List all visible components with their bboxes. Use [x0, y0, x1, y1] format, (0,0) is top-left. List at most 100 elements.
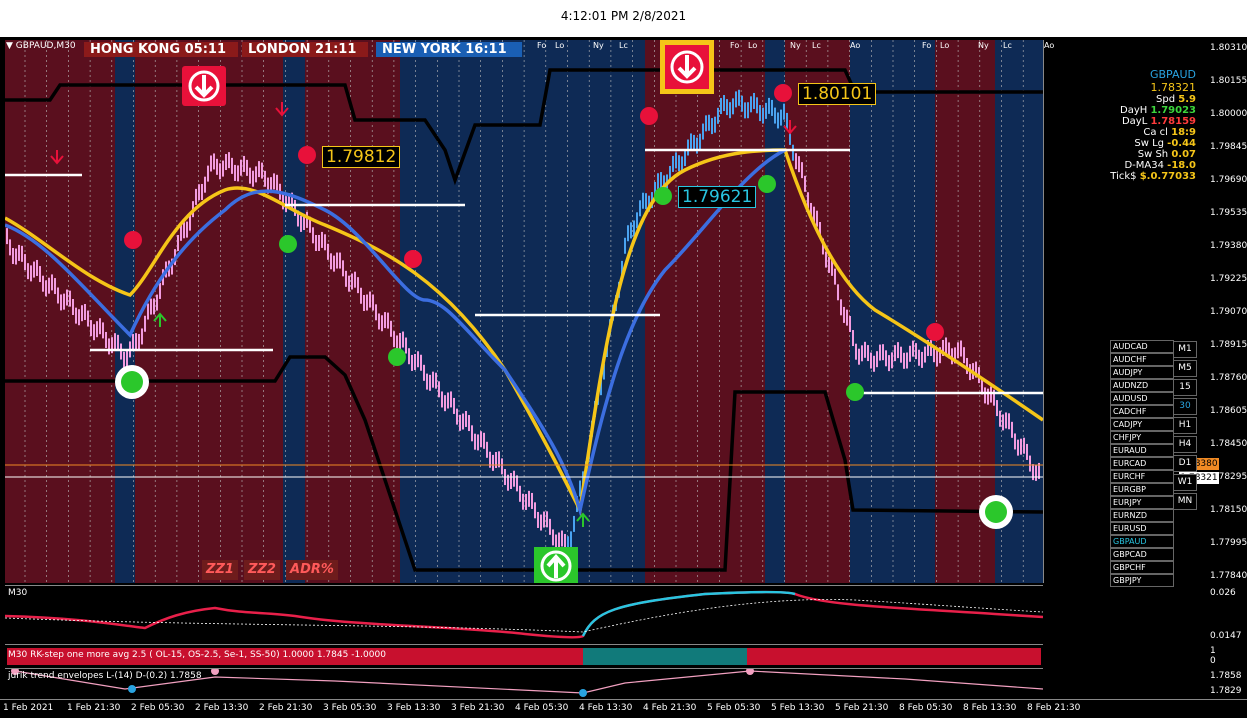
level-label-c: 1.80101 [798, 83, 877, 105]
pair-button-eurgbp[interactable]: EURGBP [1110, 483, 1174, 496]
zz1-button[interactable]: ZZ1 [202, 560, 238, 580]
timeframe-button-m5[interactable]: M5 [1173, 360, 1197, 377]
timeframe-button-m1[interactable]: M1 [1173, 341, 1197, 358]
red-signal-dot [124, 231, 142, 249]
level-label-b: 1.79621 [678, 186, 757, 208]
info-row-label: Sw Lg [1134, 138, 1168, 149]
indicator-panel-2[interactable]: M30 RK-step one more avg 2.5 ( OL-15, OS… [5, 644, 1043, 667]
level-label-a: 1.79812 [322, 146, 401, 168]
time-tick-label: 2 Feb 13:30 [195, 703, 249, 713]
session-mark: Ny [593, 41, 604, 50]
price-tick-label: 1.78605 [1210, 406, 1247, 416]
info-row-label: Spd [1156, 94, 1179, 105]
info-panel: GBPAUD 1.78321 Spd 5.9 DayH 1.79023 DayL 1… [1110, 68, 1196, 182]
timeframe-button-15[interactable]: 15 [1173, 379, 1197, 396]
session-mark: Lc [619, 41, 628, 50]
time-tick-label: 8 Feb 13:30 [963, 703, 1017, 713]
price-tick-label: 1.80000 [1210, 109, 1247, 119]
info-row-label: DayL [1121, 116, 1151, 127]
pair-button-gbpjpy[interactable]: GBPJPY [1110, 574, 1174, 587]
pair-button-audchf[interactable]: AUDCHF [1110, 353, 1174, 366]
indicator-3-dot [128, 685, 136, 693]
timeframe-button-d1[interactable]: D1 [1173, 455, 1197, 472]
session-mark: Ny [978, 41, 989, 50]
time-tick-label: 8 Feb 05:30 [899, 703, 953, 713]
info-row: Ca cl 18:9 [1110, 127, 1196, 138]
green-signal-dot [758, 175, 776, 193]
info-row-value: -18.0 [1167, 160, 1196, 171]
session-mark: Lo [555, 41, 565, 50]
red-signal-dot [926, 323, 944, 341]
timeframe-button-30[interactable]: 30 [1173, 398, 1197, 415]
pair-button-eurnzd[interactable]: EURNZD [1110, 509, 1174, 522]
timeframe-button-mn[interactable]: MN [1173, 493, 1197, 510]
indicator-1-canvas [4, 590, 1044, 639]
time-tick-label: 2 Feb 05:30 [131, 703, 185, 713]
info-row-value: -0.44 [1167, 138, 1196, 149]
time-axis: 1 Feb 2021 1 Feb 21:30 2 Feb 05:30 2 Feb 13… [0, 699, 1247, 718]
indicator-panel-3[interactable]: jurik trend envelopes L-(14) D-(0.2) 1.7… [5, 667, 1044, 699]
pair-button-eurchf[interactable]: EURCHF [1110, 470, 1174, 483]
time-tick-label: 5 Feb 13:30 [771, 703, 825, 713]
pair-button-audjpy[interactable]: AUDJPY [1110, 366, 1174, 379]
timeframe-button-h4[interactable]: H4 [1173, 436, 1197, 453]
info-row: Spd 5.9 [1110, 94, 1196, 105]
red-signal-dot [774, 84, 792, 102]
time-tick-label: 4 Feb 13:30 [579, 703, 633, 713]
timeframe-button-w1[interactable]: W1 [1173, 474, 1197, 491]
timeframe-list: M1 M5 15 30 H1 H4 D1 W1 MN [1173, 341, 1197, 512]
pair-button-eurcad[interactable]: EURCAD [1110, 457, 1174, 470]
clock-display: 4:12:01 PM 2/8/2021 [560, 9, 687, 23]
time-tick-label: 3 Feb 05:30 [323, 703, 377, 713]
adr-button[interactable]: ADR% [286, 560, 338, 580]
pair-button-euraud[interactable]: EURAUD [1110, 444, 1174, 457]
pair-button-chfjpy[interactable]: CHFJPY [1110, 431, 1174, 444]
info-row-label: Sw Sh [1137, 149, 1172, 160]
session-mark: Fo [537, 41, 547, 50]
session-mark: Ny [790, 41, 801, 50]
price-tick-label: 1.80155 [1210, 76, 1247, 86]
info-row-label: Tick$ [1110, 171, 1140, 182]
ind3-axis-bottom: 1.7829 [1210, 686, 1242, 696]
pair-button-cadchf[interactable]: CADCHF [1110, 405, 1174, 418]
sell-arrow-highlight-icon [660, 40, 714, 94]
green-signal-dot [654, 187, 672, 205]
timeframe-button-h1[interactable]: H1 [1173, 417, 1197, 434]
price-tick-label: 1.79225 [1210, 274, 1247, 284]
price-tick-label: 1.77995 [1210, 538, 1247, 548]
time-tick-label: 5 Feb 05:30 [707, 703, 761, 713]
pair-button-gbpcad[interactable]: GBPCAD [1110, 548, 1174, 561]
ind1-axis-bottom: 0.0147 [1210, 631, 1242, 641]
main-price-chart[interactable] [5, 40, 1043, 583]
pair-button-audnzd[interactable]: AUDNZD [1110, 379, 1174, 392]
indicator-1-blue-line [581, 590, 796, 637]
price-tick-label: 1.80310 [1210, 43, 1247, 53]
info-row: DayH 1.79023 [1110, 105, 1196, 116]
zz2-button[interactable]: ZZ2 [244, 560, 280, 580]
session-band [850, 40, 935, 583]
pair-button-audusd[interactable]: AUDUSD [1110, 392, 1174, 405]
info-row-label: DayH [1120, 105, 1151, 116]
info-row: DayL 1.78159 [1110, 116, 1196, 127]
price-chart-canvas[interactable] [5, 40, 1043, 583]
pair-button-cadjpy[interactable]: CADJPY [1110, 418, 1174, 431]
info-row-label: D-MA34 [1124, 160, 1168, 171]
indicator-1-dotted-line [4, 599, 1044, 633]
price-tick-label: 1.77840 [1210, 571, 1247, 581]
pair-button-gbpaud[interactable]: GBPAUD [1110, 535, 1174, 548]
info-row-value: 18:9 [1171, 127, 1196, 138]
indicator-panel-1[interactable]: M30 [4, 585, 1044, 643]
pair-button-eurjpy[interactable]: EURJPY [1110, 496, 1174, 509]
indicator-3-dot [746, 667, 754, 675]
pair-button-eurusd[interactable]: EURUSD [1110, 522, 1174, 535]
price-tick-label: 1.79690 [1210, 175, 1247, 185]
ind3-axis-top: 1.7858 [1210, 671, 1242, 681]
dropdown-triangle-icon[interactable]: ▼ [6, 41, 13, 51]
info-row-value: 1.79023 [1150, 105, 1196, 116]
rk-step-bear-bar-2 [747, 648, 1041, 665]
pair-button-audcad[interactable]: AUDCAD [1110, 340, 1174, 353]
session-band [550, 40, 645, 583]
price-tick-label: 1.79535 [1210, 208, 1247, 218]
price-tick-label: 1.78450 [1210, 439, 1247, 449]
pair-button-gbpchf[interactable]: GBPCHF [1110, 561, 1174, 574]
